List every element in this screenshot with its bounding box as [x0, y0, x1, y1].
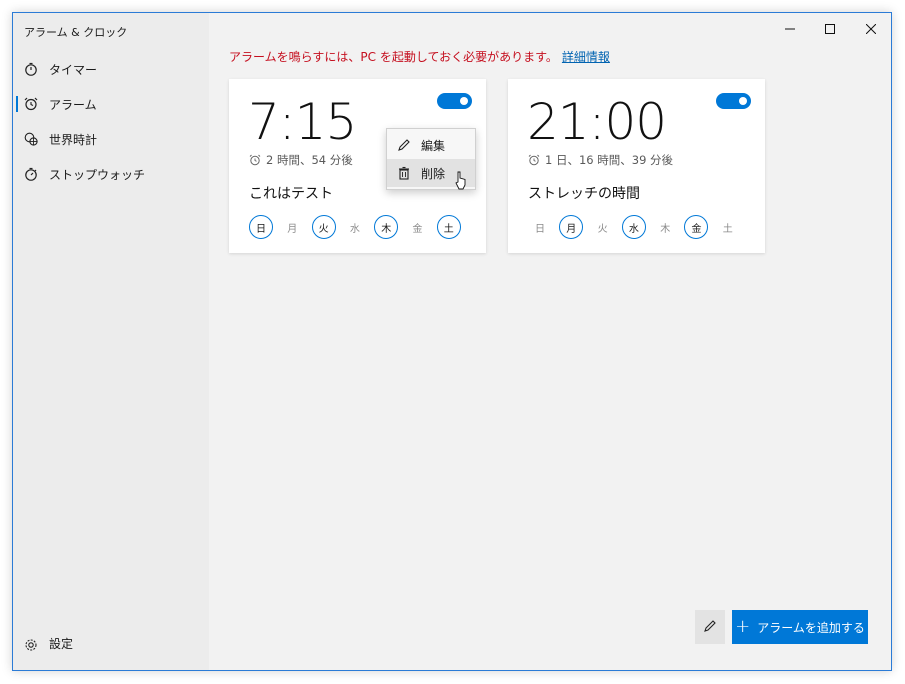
sidebar-item-label: アラーム [49, 97, 97, 112]
alarm-card[interactable]: 21:00 1 日、16 時間、39 分後 ストレッチの時間 日 月 火 水 木… [508, 79, 765, 253]
alarm-remaining-text: 2 時間、54 分後 [266, 153, 353, 167]
alarm-name: これはテスト [249, 186, 333, 202]
minimize-icon [785, 19, 795, 38]
day-wed: 水 [621, 215, 646, 239]
sidebar-item-stopwatch[interactable]: ストップウォッチ [13, 157, 209, 191]
day-thu: 木 [660, 223, 671, 235]
alarm-time: 21:00 [527, 93, 667, 151]
alarm-time: 7:15 [248, 93, 357, 151]
alarm-toggle[interactable] [716, 93, 751, 109]
day-fri: 金 [412, 223, 423, 235]
app-window: アラーム & クロック タイマー アラーム 世界時計 ストップウォッチ 設定 ア… [12, 12, 892, 671]
globe-clock-icon [24, 132, 38, 146]
alarm-clock-icon [249, 154, 261, 166]
mouse-cursor-icon [454, 171, 468, 191]
add-alarm-label: アラームを追加する [757, 620, 865, 635]
pencil-icon [703, 618, 717, 637]
warning-message: アラームを鳴らすには、PC を起動しておく必要があります。 詳細情報 [229, 48, 610, 65]
more-info-link[interactable]: 詳細情報 [562, 50, 610, 64]
stopwatch-icon [24, 167, 38, 181]
sidebar-item-label: タイマー [49, 62, 98, 77]
sidebar-item-timer[interactable]: タイマー [13, 52, 209, 86]
timer-icon [24, 62, 38, 76]
context-menu-delete-label: 削除 [421, 166, 446, 181]
day-sat: 土 [722, 223, 733, 235]
alarm-clock-icon [24, 97, 38, 111]
sidebar-item-label: 世界時計 [49, 132, 98, 147]
alarm-name: ストレッチの時間 [528, 186, 640, 202]
alarm-remaining: 1 日、16 時間、39 分後 [528, 152, 673, 168]
plus-icon: + [735, 616, 751, 637]
day-sun: 日 [249, 215, 273, 239]
close-button[interactable] [851, 13, 891, 43]
day-sat: 土 [436, 215, 461, 239]
pencil-icon [397, 138, 411, 152]
warning-text: アラームを鳴らすには、PC を起動しておく必要があります。 [229, 50, 558, 64]
day-mon: 月 [559, 215, 584, 239]
day-mon: 月 [287, 223, 298, 235]
close-icon [865, 19, 877, 38]
sidebar-item-world-clock[interactable]: 世界時計 [13, 122, 209, 156]
day-tue: 火 [597, 223, 608, 235]
day-fri: 金 [684, 215, 709, 239]
day-tue: 火 [311, 215, 336, 239]
minimize-button[interactable] [770, 13, 810, 43]
sidebar-item-alarm[interactable]: アラーム [13, 87, 209, 121]
trash-icon [397, 166, 411, 180]
alarm-toggle[interactable] [437, 93, 472, 109]
context-menu-edit[interactable]: 編集 [387, 131, 475, 159]
add-alarm-button[interactable]: + アラームを追加する [732, 610, 868, 644]
sidebar: アラーム & クロック タイマー アラーム 世界時計 ストップウォッチ 設定 [13, 13, 209, 670]
day-wed: 水 [349, 223, 360, 235]
alarm-days: 日 月 火 水 木 金 土 [528, 215, 747, 239]
edit-alarms-button[interactable] [695, 610, 725, 644]
sidebar-item-label: ストップウォッチ [49, 167, 146, 182]
day-thu: 木 [374, 215, 399, 239]
alarm-remaining: 2 時間、54 分後 [249, 152, 353, 168]
maximize-button[interactable] [810, 13, 850, 43]
maximize-icon [825, 19, 835, 38]
settings-button[interactable]: 設定 [24, 635, 73, 652]
gear-icon [24, 637, 38, 651]
alarm-remaining-text: 1 日、16 時間、39 分後 [545, 153, 674, 167]
alarm-clock-icon [528, 154, 540, 166]
alarm-days: 日 月 火 水 木 金 土 [249, 215, 468, 239]
day-sun: 日 [535, 223, 545, 235]
settings-label: 設定 [49, 637, 74, 651]
app-title: アラーム & クロック [24, 26, 128, 39]
context-menu-edit-label: 編集 [421, 138, 446, 153]
